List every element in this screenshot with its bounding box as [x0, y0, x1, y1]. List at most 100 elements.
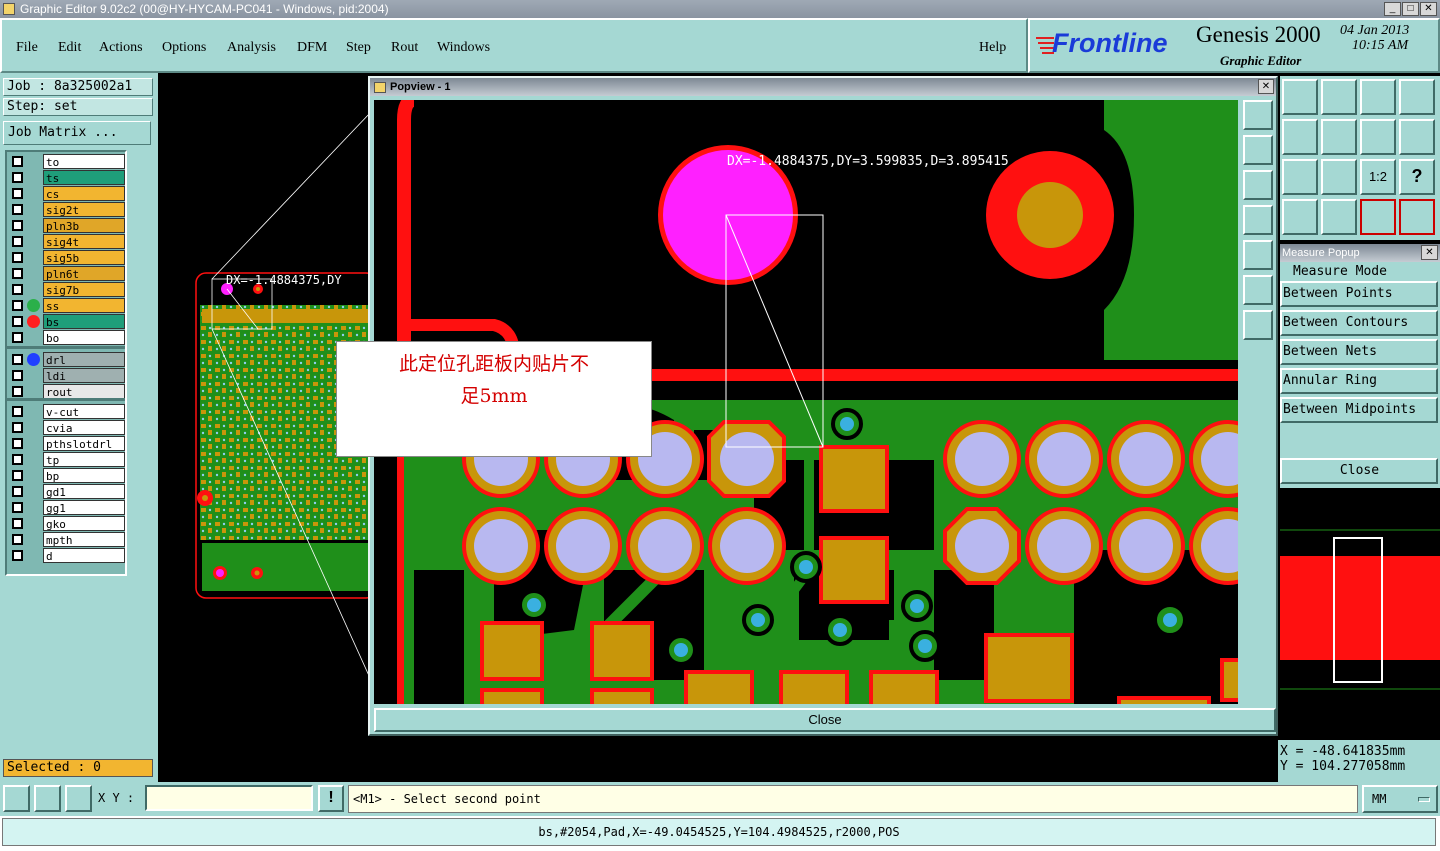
layer-row[interactable]: d [9, 548, 125, 563]
layer-name[interactable]: drl [43, 352, 125, 367]
layer-row[interactable]: gg1 [9, 500, 125, 515]
layer-name[interactable]: gd1 [43, 484, 125, 499]
between-points-button[interactable]: Between Points [1280, 281, 1438, 307]
fit-icon[interactable] [1243, 275, 1273, 305]
layer-checkbox[interactable] [12, 252, 23, 263]
layer-name[interactable]: ts [43, 170, 125, 185]
layer-checkbox[interactable] [12, 316, 23, 327]
home-up-icon[interactable] [1282, 79, 1318, 115]
layer-toggle-icon[interactable] [1399, 199, 1435, 235]
layer-row[interactable]: mpth [9, 532, 125, 547]
layer-row[interactable]: cs [9, 186, 125, 201]
zoom-fit-icon[interactable] [1282, 159, 1318, 195]
layer-checkbox[interactable] [12, 470, 23, 481]
layer-name[interactable]: d [43, 548, 125, 563]
layer-name[interactable]: ss [43, 298, 125, 313]
menu-step[interactable]: Step [346, 40, 371, 56]
layer-name[interactable]: sig7b [43, 282, 125, 297]
pan-icon[interactable] [1243, 240, 1273, 270]
menu-dfm[interactable]: DFM [297, 40, 327, 56]
layer-name[interactable]: sig2t [43, 202, 125, 217]
center-view-icon[interactable] [1321, 159, 1357, 195]
layer-row[interactable]: sig2t [9, 202, 125, 217]
layer-checkbox[interactable] [12, 300, 23, 311]
between-contours-button[interactable]: Between Contours [1280, 310, 1438, 336]
layer-row[interactable]: sig4t [9, 234, 125, 249]
layer-checkbox[interactable] [12, 502, 23, 513]
layer-checkbox[interactable] [12, 188, 23, 199]
layer-row[interactable]: ss [9, 298, 125, 313]
layer-checkbox[interactable] [12, 204, 23, 215]
layer-checkbox[interactable] [12, 220, 23, 231]
layer-row[interactable]: gko [9, 516, 125, 531]
unit-select[interactable]: MM [1362, 785, 1438, 813]
layer-row[interactable]: sig5b [9, 250, 125, 265]
layer-checkbox[interactable] [12, 386, 23, 397]
layer-name[interactable]: bs [43, 314, 125, 329]
measure-close-button[interactable]: Close [1280, 458, 1438, 484]
layer-checkbox[interactable] [12, 518, 23, 529]
between-nets-button[interactable]: Between Nets [1280, 339, 1438, 365]
zoom-out-icon[interactable] [1243, 170, 1273, 200]
job-matrix-button[interactable]: Job Matrix ... [3, 121, 151, 145]
ratio-icon[interactable]: 1:2 [1360, 159, 1396, 195]
help-icon[interactable]: ? [1399, 159, 1435, 195]
pan-left-icon[interactable] [1282, 119, 1318, 155]
rotate-icon[interactable] [1399, 119, 1435, 155]
menu-options[interactable]: Options [162, 40, 206, 56]
pan-right-icon[interactable] [1321, 119, 1357, 155]
layer-row[interactable]: pln6t [9, 266, 125, 281]
layer-row[interactable]: to [9, 154, 125, 169]
layer-checkbox[interactable] [12, 486, 23, 497]
layer-checkbox[interactable] [12, 438, 23, 449]
layer-row[interactable]: pthslotdrl [9, 436, 125, 451]
layer-checkbox[interactable] [12, 534, 23, 545]
layer-checkbox[interactable] [12, 268, 23, 279]
menu-analysis[interactable]: Analysis [227, 40, 276, 56]
layer-row[interactable]: rout [9, 384, 125, 399]
layer-checkbox[interactable] [12, 284, 23, 295]
layer-name[interactable]: gko [43, 516, 125, 531]
layer-name[interactable]: bo [43, 330, 125, 345]
mirror-icon[interactable] [1360, 119, 1396, 155]
menu-edit[interactable]: Edit [58, 40, 81, 56]
layer-row[interactable]: bs [9, 314, 125, 329]
menu-windows[interactable]: Windows [437, 40, 490, 56]
layer-name[interactable]: cs [43, 186, 125, 201]
layer-checkbox[interactable] [12, 332, 23, 343]
layer-checkbox[interactable] [12, 236, 23, 247]
layer-color-icon[interactable] [1360, 199, 1396, 235]
layer-row[interactable]: cvia [9, 420, 125, 435]
layer-row[interactable]: pln3b [9, 218, 125, 233]
layer-name[interactable]: rout [43, 384, 125, 399]
close-window-button[interactable]: ✕ [1420, 2, 1437, 16]
layer-checkbox[interactable] [12, 156, 23, 167]
popview-close-icon[interactable]: ✕ [1258, 79, 1274, 94]
layer-checkbox[interactable] [12, 422, 23, 433]
snap-icon[interactable] [3, 785, 30, 812]
house-icon[interactable] [1360, 79, 1396, 115]
settings-icon[interactable] [1282, 199, 1318, 235]
mini-view[interactable] [1280, 490, 1440, 738]
net-icon[interactable] [1321, 199, 1357, 235]
layer-row[interactable]: sig7b [9, 282, 125, 297]
layer-name[interactable]: pln6t [43, 266, 125, 281]
menu-rout[interactable]: Rout [391, 40, 418, 56]
grid-icon[interactable] [65, 785, 92, 812]
layer-row[interactable]: v-cut [9, 404, 125, 419]
layer-row[interactable]: gd1 [9, 484, 125, 499]
info-icon[interactable]: ! [318, 785, 344, 812]
layer-name[interactable]: pthslotdrl [43, 436, 125, 451]
layer-name[interactable]: sig5b [43, 250, 125, 265]
center-icon[interactable] [1243, 310, 1273, 340]
home-down-icon[interactable] [1321, 79, 1357, 115]
layer-name[interactable]: mpth [43, 532, 125, 547]
layer-checkbox[interactable] [12, 406, 23, 417]
menu-help[interactable]: Help [979, 40, 1006, 56]
menu-actions[interactable]: Actions [99, 40, 143, 56]
measure-icon[interactable] [34, 785, 61, 812]
layer-row[interactable]: bo [9, 330, 125, 345]
minimize-button[interactable]: _ [1384, 2, 1401, 16]
between-midpoints-button[interactable]: Between Midpoints [1280, 397, 1438, 423]
layer-name[interactable]: sig4t [43, 234, 125, 249]
